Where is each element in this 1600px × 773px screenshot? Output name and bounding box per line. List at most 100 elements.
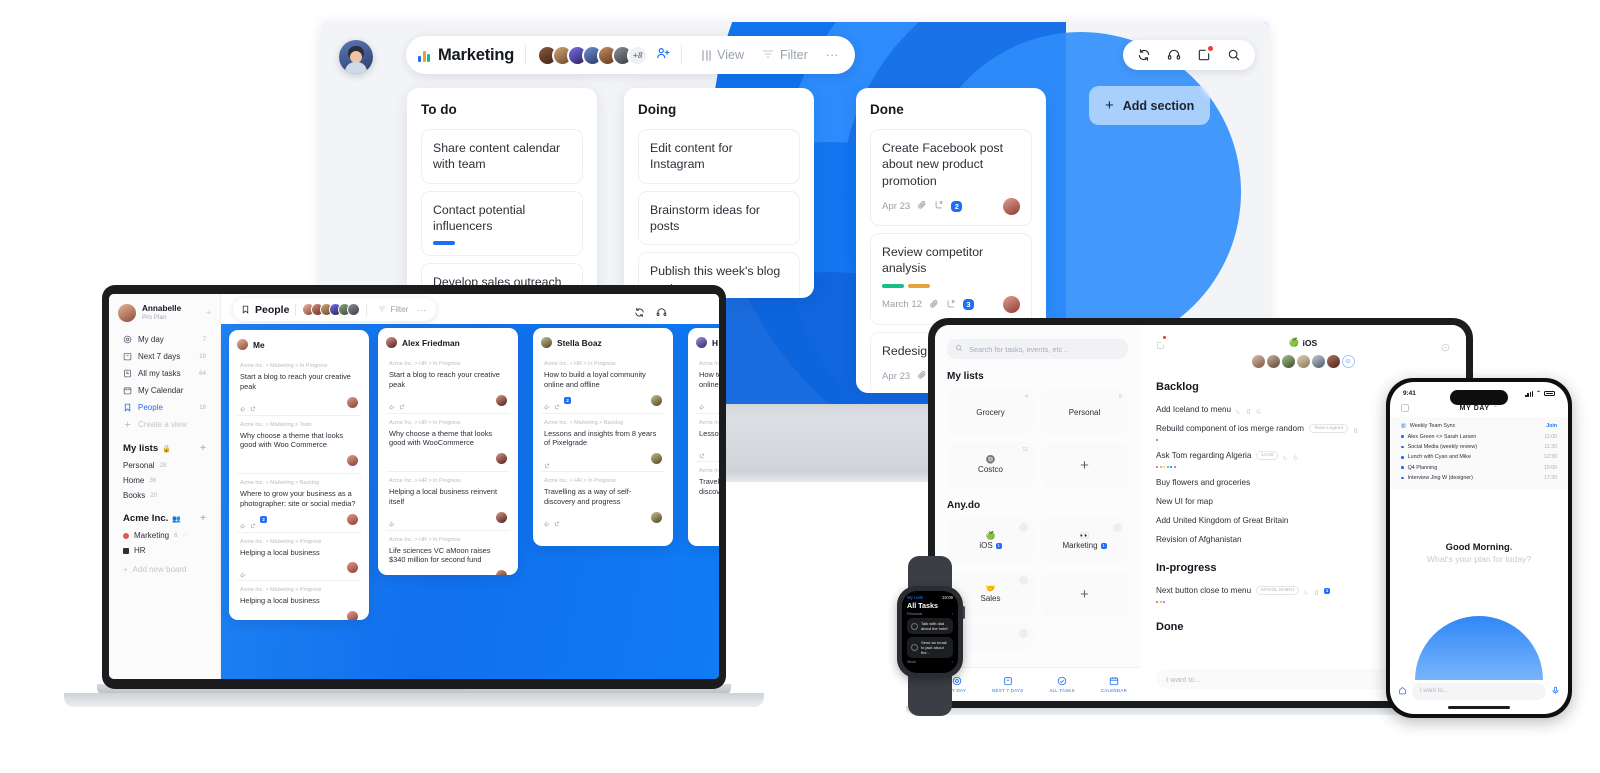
- person-task-card[interactable]: Acme Inc. > HR > In Progress How to buil…: [541, 355, 665, 414]
- add-new-board-button[interactable]: + Add new board: [118, 562, 211, 577]
- person-task-card[interactable]: Acme Inc. > Marketing > Todo Why choose …: [237, 416, 361, 475]
- assignee-avatar[interactable]: [651, 453, 662, 465]
- chevron-up-icon[interactable]: ⌃: [1493, 405, 1499, 412]
- add-member-icon[interactable]: [656, 46, 670, 65]
- home-icon[interactable]: [1398, 682, 1407, 700]
- avatar[interactable]: [1281, 355, 1295, 368]
- watch-back-label[interactable]: My Lists: [907, 595, 923, 600]
- sidebar-item-people[interactable]: People 18: [118, 399, 211, 416]
- task-card[interactable]: Edit content for Instagram: [638, 129, 800, 184]
- avatar[interactable]: [347, 303, 361, 316]
- assignee-avatar[interactable]: [347, 513, 358, 525]
- sidebar-item-next-7-days[interactable]: Next 7 days 19: [118, 348, 211, 365]
- list-tile-costco[interactable]: 11 🔘 Costco: [947, 442, 1034, 488]
- assignee-avatar[interactable]: [347, 611, 358, 620]
- headset-icon[interactable]: [656, 305, 667, 323]
- task-card[interactable]: Contact potential influencers: [421, 190, 583, 257]
- add-list-button[interactable]: +: [200, 443, 206, 454]
- avatar-overflow-count[interactable]: +8: [627, 44, 649, 66]
- mic-icon[interactable]: [1551, 682, 1560, 700]
- avatar[interactable]: [1311, 355, 1325, 368]
- avatar[interactable]: [1251, 355, 1265, 368]
- assignee-avatar[interactable]: [651, 394, 662, 406]
- notifications-icon[interactable]: [1156, 336, 1166, 355]
- person-task-card[interactable]: Acme Inc. > HR > In Progress Why choose …: [386, 414, 510, 473]
- filter-button[interactable]: Filter: [373, 302, 413, 318]
- task-card[interactable]: Share content calendar with team: [421, 129, 583, 184]
- list-tile-marketing[interactable]: 👀 Marketing 1: [1041, 518, 1128, 564]
- assignee-avatar[interactable]: [496, 570, 507, 575]
- agenda-row[interactable]: Alex Green <> Sarah Larsen 11:00: [1401, 431, 1557, 441]
- task-input[interactable]: I want to...: [1412, 682, 1546, 700]
- people-avatars[interactable]: [302, 303, 361, 316]
- person-task-card[interactable]: Acme Inc. > HR > In Progress Life scienc…: [386, 531, 510, 575]
- task-card[interactable]: Review competitor analysis March 12 3: [870, 233, 1032, 325]
- person-task-card[interactable]: Acme Inc. > HR > In Progress Travelling …: [541, 472, 665, 530]
- nav-next-7-days[interactable]: NEXT 7 DAYS: [992, 676, 1023, 693]
- agenda-row[interactable]: Social Media (weekly review) 11:30: [1401, 442, 1557, 452]
- agenda-row[interactable]: Interview Jing W (designer) 17:30: [1401, 473, 1557, 483]
- person-task-card[interactable]: Acme Inc. > Marketing > Progress Helping…: [237, 533, 361, 582]
- person-task-card[interactable]: Acme Inc. > Marketing > Progress Helping…: [237, 581, 361, 620]
- watch-task-item[interactable]: Send an email to jack about the...: [907, 636, 953, 658]
- avatar[interactable]: [1326, 355, 1340, 368]
- assignee-avatar[interactable]: [347, 396, 358, 408]
- sidebar-user[interactable]: Annabelle Pro Plan ⌖: [118, 304, 211, 322]
- add-section-button[interactable]: + Add section: [1089, 86, 1211, 125]
- notifications-icon[interactable]: [1197, 46, 1213, 62]
- agenda-row[interactable]: Q4 Planning 15:00: [1401, 463, 1557, 473]
- member-avatars[interactable]: +8: [537, 44, 649, 66]
- board-item-hr[interactable]: HR: [118, 543, 211, 558]
- list-item-books[interactable]: Books 20: [118, 488, 211, 503]
- search-input[interactable]: Search for tasks, events, etc ..: [947, 339, 1128, 359]
- list-tile-grocery[interactable]: 4 Grocery: [947, 389, 1034, 435]
- watch-task-item[interactable]: Talk with dad about the hotel: [907, 618, 953, 634]
- avatar[interactable]: [1266, 355, 1280, 368]
- select-all-checkbox[interactable]: [1401, 404, 1409, 412]
- assignee-avatar[interactable]: [496, 511, 507, 523]
- sync-icon[interactable]: [634, 305, 645, 323]
- person-task-card[interactable]: Acme Inc. > Marketing > Backlog Lessons …: [541, 414, 665, 473]
- assignee-avatar[interactable]: [496, 394, 507, 406]
- nav-calendar[interactable]: CALENDAR: [1101, 676, 1127, 693]
- board-item-marketing[interactable]: Marketing 6 ○: [118, 528, 211, 543]
- agenda-row[interactable]: ▥ Weekly Team Sync Join: [1401, 421, 1557, 431]
- task-card[interactable]: Brainstorm ideas for posts: [638, 190, 800, 246]
- search-icon[interactable]: [1227, 48, 1241, 62]
- filter-button[interactable]: Filter: [753, 43, 817, 68]
- list-item-home[interactable]: Home 36: [118, 473, 211, 488]
- user-avatar[interactable]: [339, 40, 373, 74]
- assignee-avatar[interactable]: [1003, 197, 1020, 215]
- more-options-button[interactable]: ···: [413, 302, 430, 318]
- collapse-icon[interactable]: [1441, 339, 1450, 357]
- sidebar-item-my-calendar[interactable]: My Calendar: [118, 382, 211, 399]
- task-card[interactable]: Create Facebook post about new product p…: [870, 129, 1032, 227]
- sync-icon[interactable]: [1137, 48, 1151, 62]
- list-tile-personal[interactable]: 9 Personal: [1041, 389, 1128, 435]
- person-task-card[interactable]: Acme Inc. > HR > In Progress Helping a l…: [386, 472, 510, 531]
- pin-icon[interactable]: ⌖: [206, 308, 211, 318]
- person-task-card[interactable]: Acme Inc. > HR > In Progress Start a blo…: [386, 355, 510, 414]
- person-task-card[interactable]: Acme Inc. > HR > In Progress How to buil…: [696, 355, 719, 414]
- checkbox-icon[interactable]: [911, 622, 918, 630]
- assignee-avatar[interactable]: [347, 455, 358, 467]
- assignee-avatar[interactable]: [651, 511, 662, 523]
- avatar[interactable]: [118, 304, 136, 322]
- person-task-card[interactable]: Acme Inc. > Marketing > Backlog Where to…: [237, 474, 361, 533]
- avatar[interactable]: [1296, 355, 1310, 368]
- add-anydo-list-tile[interactable]: +: [1041, 571, 1128, 617]
- assignee-avatar[interactable]: [1003, 296, 1020, 314]
- headset-icon[interactable]: [1167, 48, 1181, 62]
- view-button[interactable]: View: [693, 43, 753, 67]
- add-list-tile[interactable]: +: [1041, 442, 1128, 488]
- sidebar-item-create-view[interactable]: Create a view: [118, 416, 211, 433]
- sidebar-item-all-my-tasks[interactable]: All my tasks 64: [118, 365, 211, 382]
- assignee-avatar[interactable]: [496, 453, 507, 465]
- project-members[interactable]: ☺: [1156, 355, 1450, 368]
- sidebar-item-my-day[interactable]: My day 7: [118, 331, 211, 348]
- person-header[interactable]: Me: [237, 339, 361, 350]
- person-task-card[interactable]: Acme Inc. > HR > In Progress Travelling …: [696, 462, 719, 504]
- person-header[interactable]: Stella Boaz: [541, 337, 665, 348]
- add-member-icon[interactable]: ☺: [1341, 355, 1355, 368]
- more-options-button[interactable]: ···: [817, 43, 848, 67]
